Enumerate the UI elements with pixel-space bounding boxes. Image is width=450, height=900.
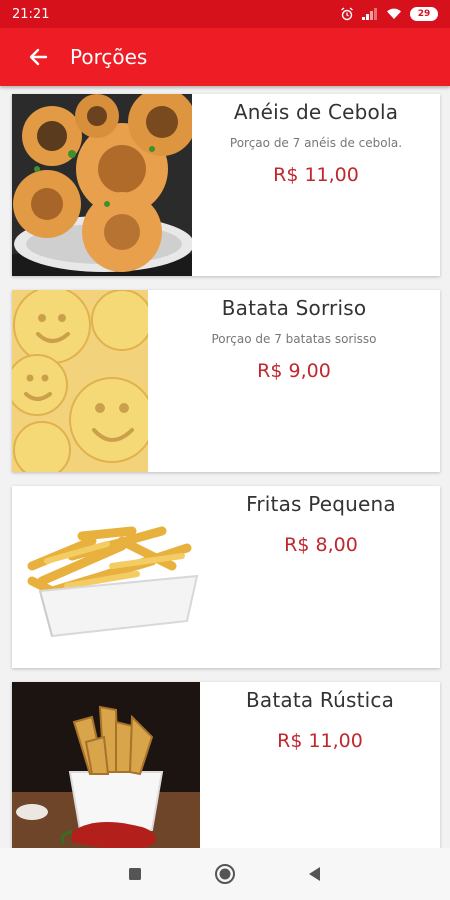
product-info: Batata Rústica R$ 11,00 bbox=[200, 682, 440, 848]
product-name: Batata Rústica bbox=[245, 688, 395, 712]
product-description: Porçao de 7 anéis de cebola. bbox=[229, 136, 403, 150]
product-name: Fritas Pequena bbox=[246, 492, 396, 516]
product-description: Porçao de 7 batatas sorisso bbox=[211, 332, 377, 346]
product-info: Anéis de Cebola Porçao de 7 anéis de ceb… bbox=[192, 94, 440, 276]
product-card[interactable]: Fritas Pequena R$ 8,00 bbox=[12, 486, 440, 668]
product-name: Batata Sorriso bbox=[221, 296, 367, 320]
alarm-icon bbox=[341, 7, 353, 21]
page-title: Porções bbox=[70, 45, 148, 69]
onion-rings-image bbox=[12, 94, 192, 276]
arrow-left-icon bbox=[29, 48, 48, 66]
recents-square-icon bbox=[129, 868, 141, 880]
battery-icon: 29 bbox=[410, 7, 438, 21]
product-price: R$ 8,00 bbox=[284, 534, 358, 556]
french-fries-image bbox=[12, 486, 202, 668]
product-info: Batata Sorriso Porçao de 7 batatas soris… bbox=[148, 290, 440, 472]
product-card[interactable]: Batata Rústica R$ 11,00 bbox=[12, 682, 440, 848]
product-price: R$ 9,00 bbox=[257, 360, 331, 382]
home-button[interactable] bbox=[210, 859, 240, 889]
smiley-potatoes-image bbox=[12, 290, 148, 472]
system-nav-bar bbox=[0, 848, 450, 900]
recents-button[interactable] bbox=[120, 859, 150, 889]
rustic-potatoes-image bbox=[12, 682, 200, 848]
back-triangle-icon bbox=[309, 867, 320, 881]
product-list[interactable]: Anéis de Cebola Porçao de 7 anéis de ceb… bbox=[0, 86, 450, 848]
product-price: R$ 11,00 bbox=[277, 730, 363, 752]
product-info: Fritas Pequena R$ 8,00 bbox=[202, 486, 440, 668]
status-bar: 21:21 29 bbox=[0, 0, 450, 28]
back-button[interactable] bbox=[12, 28, 64, 86]
product-card[interactable]: Batata Sorriso Porçao de 7 batatas soris… bbox=[12, 290, 440, 472]
product-card[interactable]: Anéis de Cebola Porçao de 7 anéis de ceb… bbox=[12, 94, 440, 276]
system-back-button[interactable] bbox=[300, 859, 330, 889]
signal-icon bbox=[362, 8, 377, 20]
wifi-icon bbox=[387, 8, 401, 19]
product-name: Anéis de Cebola bbox=[233, 100, 399, 124]
app-bar: Porções bbox=[0, 28, 450, 86]
product-price: R$ 11,00 bbox=[273, 164, 359, 186]
status-icons: 29 bbox=[340, 7, 438, 21]
home-circle-icon bbox=[215, 864, 235, 884]
status-time: 21:21 bbox=[12, 6, 50, 22]
